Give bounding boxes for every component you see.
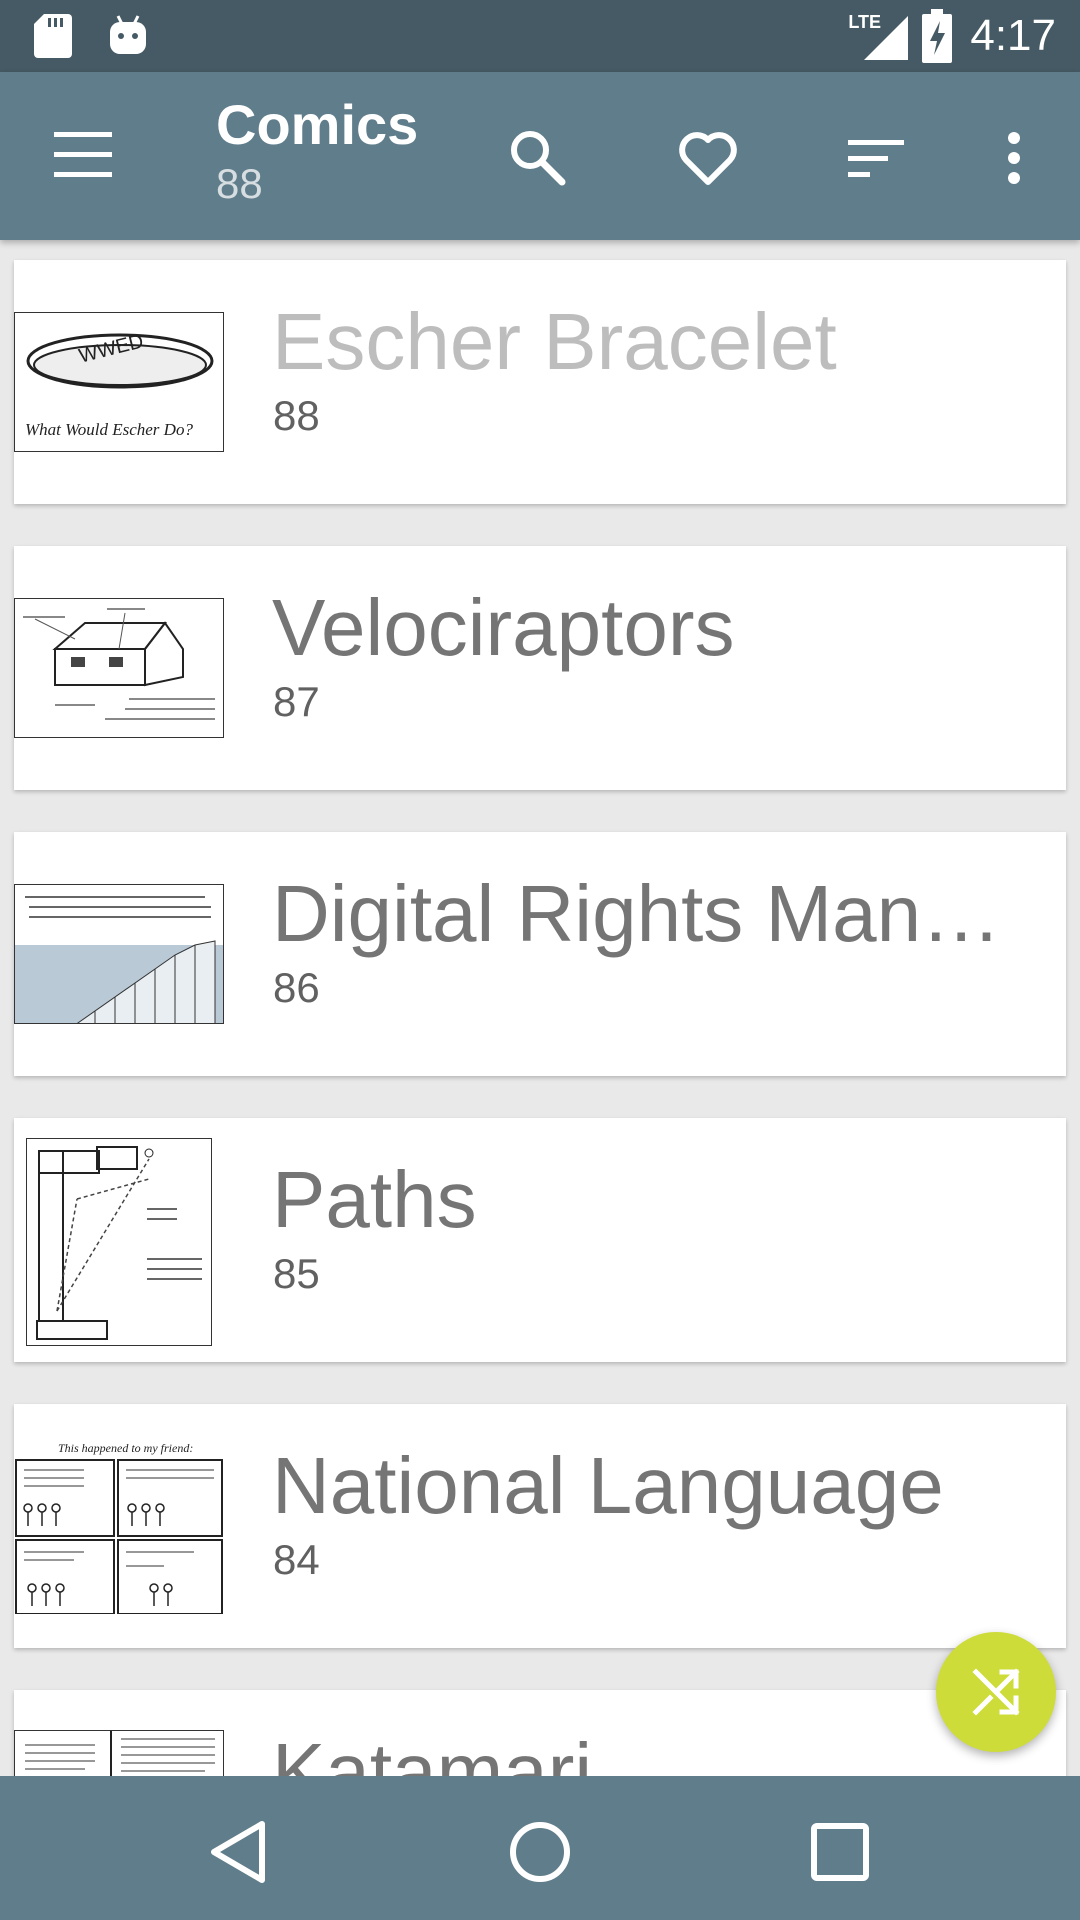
heart-icon[interactable] [676, 126, 740, 190]
app-bar: Comics 88 [0, 72, 1080, 240]
back-icon[interactable] [200, 1812, 280, 1892]
comic-card[interactable]: Katamari 83 [14, 1690, 1066, 1776]
comic-number: 88 [273, 392, 320, 439]
comic-thumbnail: WWED What Would Escher Do? [14, 312, 224, 452]
comic-card[interactable]: Velociraptors 87 [14, 546, 1066, 790]
search-icon[interactable] [506, 126, 570, 190]
comic-card[interactable]: WWED What Would Escher Do? Escher Bracel… [14, 260, 1066, 504]
comic-thumbnail [14, 598, 224, 738]
comic-number: 84 [273, 1536, 320, 1583]
comic-number: 87 [273, 678, 320, 725]
clock: 4:17 [970, 11, 1056, 60]
title-block: Comics 88 [216, 94, 418, 208]
comic-list[interactable]: WWED What Would Escher Do? Escher Bracel… [0, 240, 1080, 1776]
signal-icon: LTE [848, 8, 912, 64]
more-vert-icon[interactable] [982, 126, 1046, 190]
comic-card[interactable]: This happened to my friend: National Lan… [14, 1404, 1066, 1648]
comic-thumbnail [14, 1730, 224, 1776]
comic-count: 88 [216, 159, 263, 207]
comic-thumbnail: This happened to my friend: [14, 1438, 224, 1614]
sort-icon[interactable] [846, 126, 910, 190]
thumbnail-caption: This happened to my friend: [58, 1441, 193, 1455]
comic-card[interactable]: Digital Rights Management 86 [14, 832, 1066, 1076]
android-icon [110, 15, 146, 54]
recents-icon[interactable] [800, 1812, 880, 1892]
comic-thumbnail [26, 1138, 212, 1346]
shuffle-icon [972, 1668, 1020, 1716]
sd-card-icon [34, 14, 72, 58]
shuffle-button[interactable] [936, 1632, 1056, 1752]
comic-thumbnail [14, 884, 224, 1024]
home-icon[interactable] [500, 1812, 580, 1892]
comic-title: Paths [272, 1155, 477, 1244]
comic-number: 86 [273, 964, 320, 1011]
comic-number: 85 [273, 1250, 320, 1297]
comic-title: Katamari [272, 1727, 593, 1776]
screen: LTE 4:17 Comics 88 WWED What Would Esche… [0, 0, 1080, 1920]
thumbnail-caption: What Would Escher Do? [25, 420, 193, 439]
comic-title: Digital Rights Management [272, 869, 1042, 958]
battery-charging-icon [922, 9, 953, 63]
navigation-bar [0, 1776, 1080, 1920]
page-title: Comics [216, 93, 419, 156]
comic-title: Velociraptors [272, 583, 735, 672]
comic-card[interactable]: Paths 85 [14, 1118, 1066, 1362]
status-bar: LTE 4:17 [0, 0, 1080, 72]
comic-title: National Language [272, 1441, 944, 1530]
comic-title: Escher Bracelet [272, 297, 837, 386]
menu-icon[interactable] [54, 132, 112, 177]
